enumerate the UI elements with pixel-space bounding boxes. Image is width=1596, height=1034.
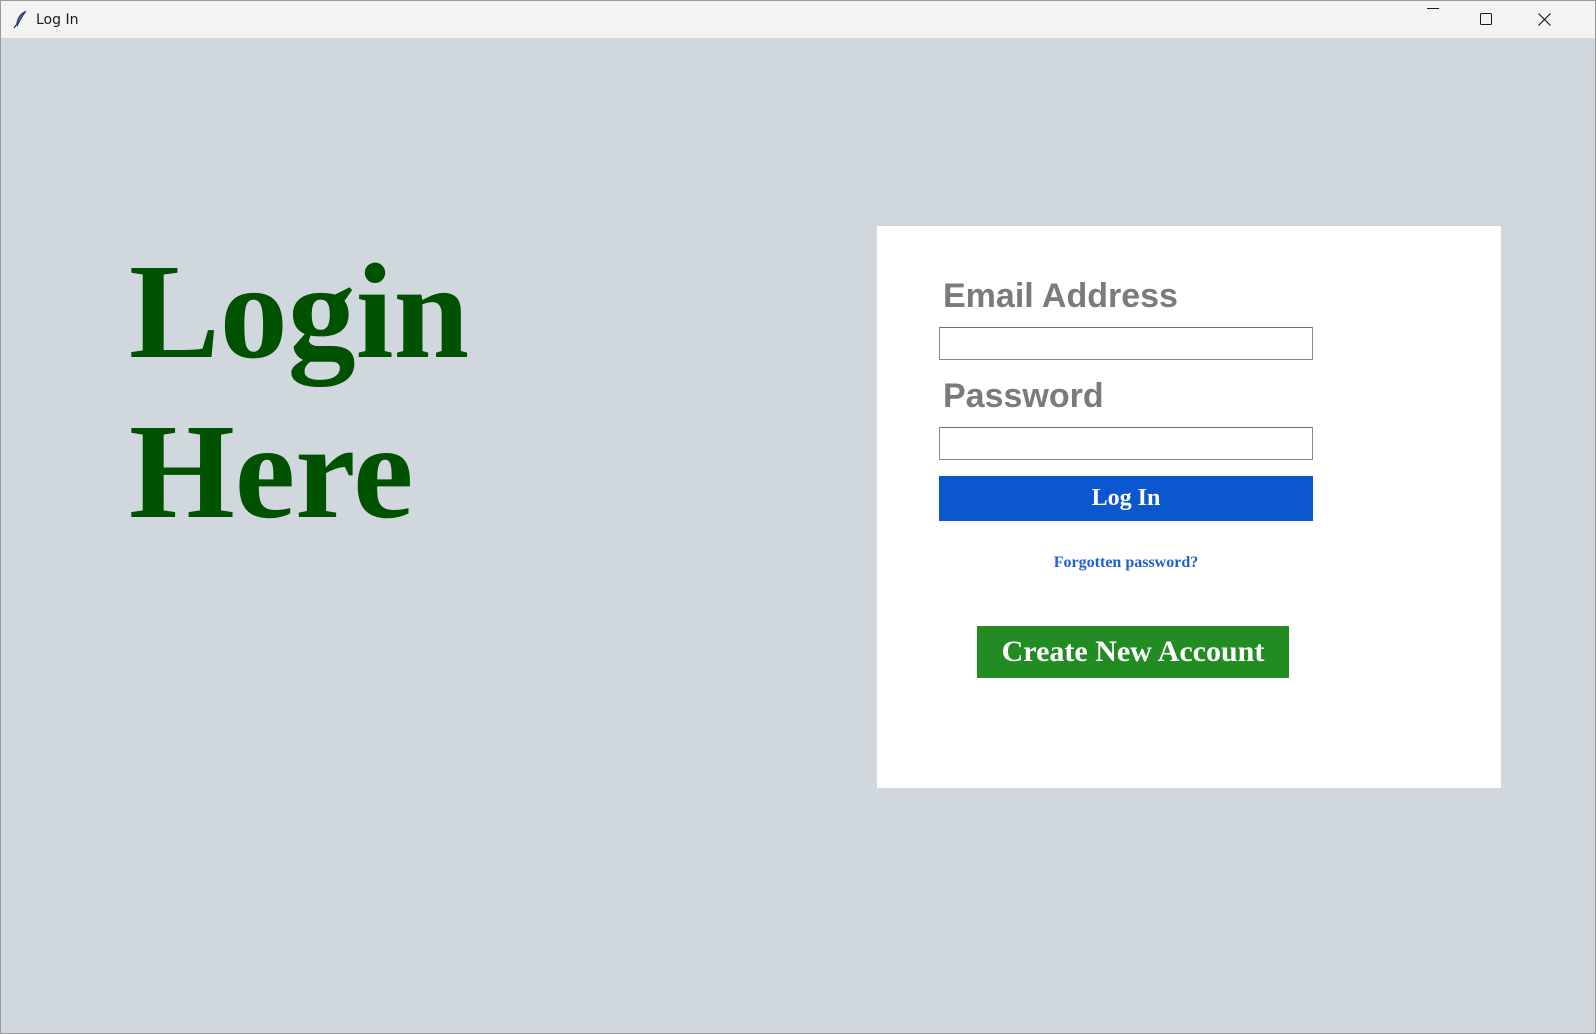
forgot-password-link[interactable]: Forgotten password? xyxy=(939,553,1313,573)
email-label: Email Address xyxy=(943,277,1178,315)
login-button[interactable]: Log In xyxy=(939,476,1313,521)
password-field[interactable] xyxy=(939,427,1313,460)
minimize-button[interactable] xyxy=(1427,1,1483,38)
title-bar[interactable]: Log In xyxy=(1,0,1595,38)
close-button[interactable] xyxy=(1538,1,1596,38)
window-title: Log In xyxy=(36,12,79,28)
hero-heading-line2: Here xyxy=(129,397,414,547)
password-label: Password xyxy=(943,377,1104,415)
feather-icon xyxy=(11,9,31,29)
email-field[interactable] xyxy=(939,327,1313,360)
maximize-button[interactable] xyxy=(1480,1,1541,38)
client-area: Login Here Email Address Password Log In… xyxy=(1,38,1595,1033)
create-account-button[interactable]: Create New Account xyxy=(977,626,1289,678)
login-card: Email Address Password Log In Forgotten … xyxy=(877,226,1501,788)
hero-heading-line1: Login xyxy=(129,237,470,387)
app-window: Log In Login Here Email Address Password… xyxy=(0,0,1596,1034)
